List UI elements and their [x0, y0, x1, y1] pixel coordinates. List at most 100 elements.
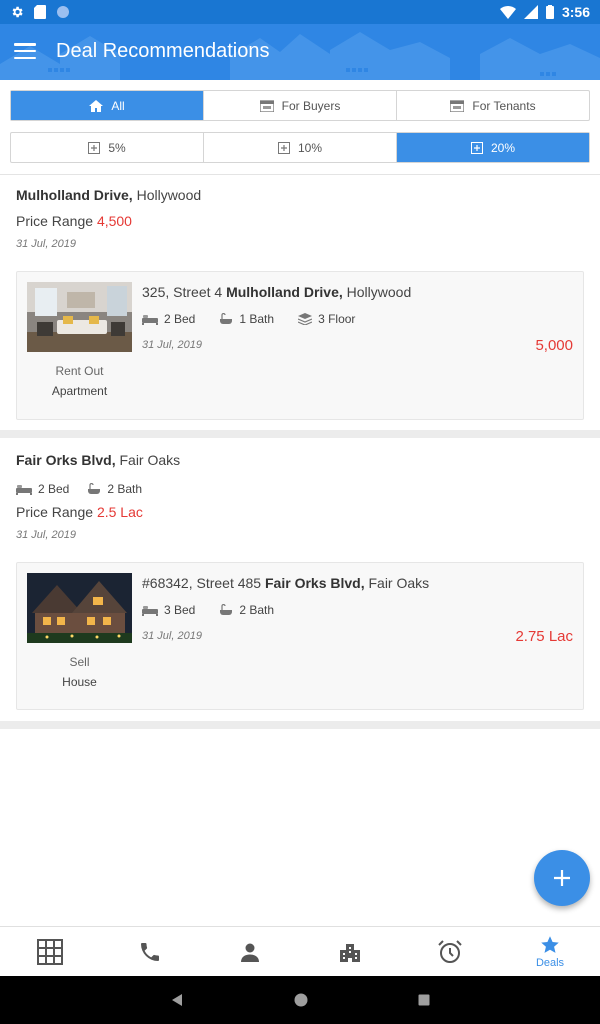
- plus-box-icon: [277, 141, 290, 154]
- bathtub-icon: [220, 604, 233, 615]
- sync-icon: [57, 6, 69, 18]
- deal-section: Mulholland Drive, Hollywood Price Range …: [0, 175, 600, 430]
- filter-for-buyers[interactable]: For Buyers: [204, 91, 397, 120]
- deal-location-bold: Fair Orks Blvd,: [16, 452, 116, 468]
- deal-location: Mulholland Drive, Hollywood: [16, 187, 201, 203]
- feature-baths: 2 Bath: [87, 482, 142, 496]
- filter-5-percent[interactable]: 5%: [11, 133, 204, 162]
- feature-beds: 3 Bed: [142, 603, 195, 617]
- bed-icon: [142, 605, 158, 616]
- address-rest: Fair Oaks: [364, 575, 430, 591]
- plus-box-icon: [470, 141, 483, 154]
- feature-baths-label: 1 Bath: [239, 312, 275, 326]
- deal-location: Fair Orks Blvd, Fair Oaks: [16, 452, 180, 468]
- feature-floors-label: 3 Floor: [318, 312, 356, 326]
- feature-baths-label: 2 Bath: [239, 603, 275, 617]
- listing-price: 5,000: [535, 337, 573, 354]
- property-photo-apartment: [27, 282, 132, 352]
- home-button-icon[interactable]: [294, 993, 308, 1007]
- price-range-label: Price Range: [16, 504, 97, 520]
- deal-location-bold: Mulholland Drive,: [16, 187, 133, 203]
- feature-beds-label: 2 Bed: [38, 482, 70, 496]
- alarm-icon: [438, 939, 462, 963]
- filter-all-label: All: [111, 98, 125, 113]
- system-navigation-bar: [0, 976, 600, 1024]
- bed-icon: [142, 314, 158, 325]
- price-range-value: 2.5 Lac: [96, 504, 143, 520]
- nav-deals-label: Deals: [535, 956, 565, 969]
- settings-icon: [12, 6, 23, 18]
- add-deal-button[interactable]: [534, 850, 590, 906]
- listing-type: Rent Out: [55, 364, 104, 378]
- rent-sign-icon: [450, 99, 465, 112]
- back-icon[interactable]: [170, 993, 184, 1007]
- phone-icon: [141, 942, 159, 961]
- layers-icon: [298, 313, 313, 325]
- filter-all[interactable]: All: [11, 91, 204, 120]
- building-icon: [340, 943, 360, 962]
- nav-grid[interactable]: [0, 927, 100, 976]
- feature-beds: 2 Bed: [16, 482, 69, 496]
- deal-location-rest: Fair Oaks: [115, 452, 181, 468]
- address-bold: Mulholland Drive,: [226, 284, 343, 300]
- filter-20-percent-label: 20%: [490, 140, 516, 155]
- percent-filter: 5% 10% 20%: [10, 132, 590, 163]
- listing-date: 31 Jul, 2019: [142, 630, 202, 642]
- section-separator: [0, 430, 600, 438]
- property-card[interactable]: Rent Out Apartment 325, Street 4 Mulholl…: [16, 271, 584, 420]
- feature-baths-label: 2 Bath: [107, 482, 143, 496]
- price-range-label: Price Range: [16, 213, 97, 229]
- filter-10-percent-label: 10%: [297, 140, 323, 155]
- feature-beds-label: 2 Bed: [164, 312, 196, 326]
- app-bar: Deal Recommendations: [0, 24, 600, 80]
- bed-icon: [16, 484, 32, 495]
- person-icon: [241, 943, 259, 962]
- recents-icon[interactable]: [418, 994, 430, 1006]
- filter-for-tenants-label: For Tenants: [472, 98, 536, 113]
- listing-price: 2.75 Lac: [515, 628, 573, 645]
- address-prefix: 325, Street 4: [142, 284, 227, 300]
- nav-deals[interactable]: Deals: [500, 927, 600, 976]
- listing-date: 31 Jul, 2019: [142, 339, 202, 351]
- feature-baths: 2 Bath: [219, 603, 274, 617]
- deal-date: 31 Jul, 2019: [16, 529, 76, 541]
- bottom-navigation: Deals: [0, 926, 600, 976]
- property-address: #68342, Street 485 Fair Orks Blvd, Fair …: [142, 575, 429, 591]
- status-bar: 3:56: [0, 0, 600, 24]
- listing-type: Sell: [69, 655, 90, 669]
- property-card[interactable]: Sell House #68342, Street 485 Fair Orks …: [16, 562, 584, 710]
- feature-beds: 2 Bed: [142, 312, 195, 326]
- price-range-value: 4,500: [96, 213, 132, 229]
- filter-for-buyers-label: For Buyers: [281, 98, 341, 113]
- property-type: House: [62, 675, 97, 689]
- nav-properties[interactable]: [300, 927, 400, 976]
- bathtub-icon: [88, 483, 101, 494]
- nav-profile[interactable]: [200, 927, 300, 976]
- sale-sign-icon: [259, 99, 274, 112]
- nav-reminders[interactable]: [400, 927, 500, 976]
- star-icon: [541, 935, 559, 953]
- grid-icon: [37, 938, 63, 965]
- deal-price-range: Price Range 4,500: [16, 213, 132, 229]
- deal-features: 2 Bed 2 Bath: [16, 482, 142, 496]
- type-filter: All For Buyers For Tenants: [10, 90, 590, 121]
- address-rest: Hollywood: [342, 284, 412, 300]
- menu-icon: [14, 43, 36, 46]
- deal-price-range: Price Range 2.5 Lac: [16, 504, 143, 520]
- sd-card-icon: [34, 5, 46, 19]
- section-separator: [0, 721, 600, 729]
- filter-for-tenants[interactable]: For Tenants: [397, 91, 589, 120]
- page-title: Deal Recommendations: [56, 40, 270, 62]
- nav-phone[interactable]: [100, 927, 200, 976]
- filter-5-percent-label: 5%: [108, 140, 126, 155]
- filter-20-percent[interactable]: 20%: [397, 133, 589, 162]
- property-features: 2 Bed 1 Bath 3 Floor: [142, 312, 355, 326]
- address-bold: Fair Orks Blvd,: [265, 575, 365, 591]
- filter-10-percent[interactable]: 10%: [204, 133, 397, 162]
- feature-floors: 3 Floor: [298, 312, 355, 326]
- wifi-icon: [499, 6, 516, 19]
- property-address: 325, Street 4 Mulholland Drive, Hollywoo…: [142, 284, 411, 300]
- bathtub-icon: [220, 313, 233, 324]
- menu-button[interactable]: [14, 40, 36, 62]
- clock: 3:56: [561, 4, 590, 20]
